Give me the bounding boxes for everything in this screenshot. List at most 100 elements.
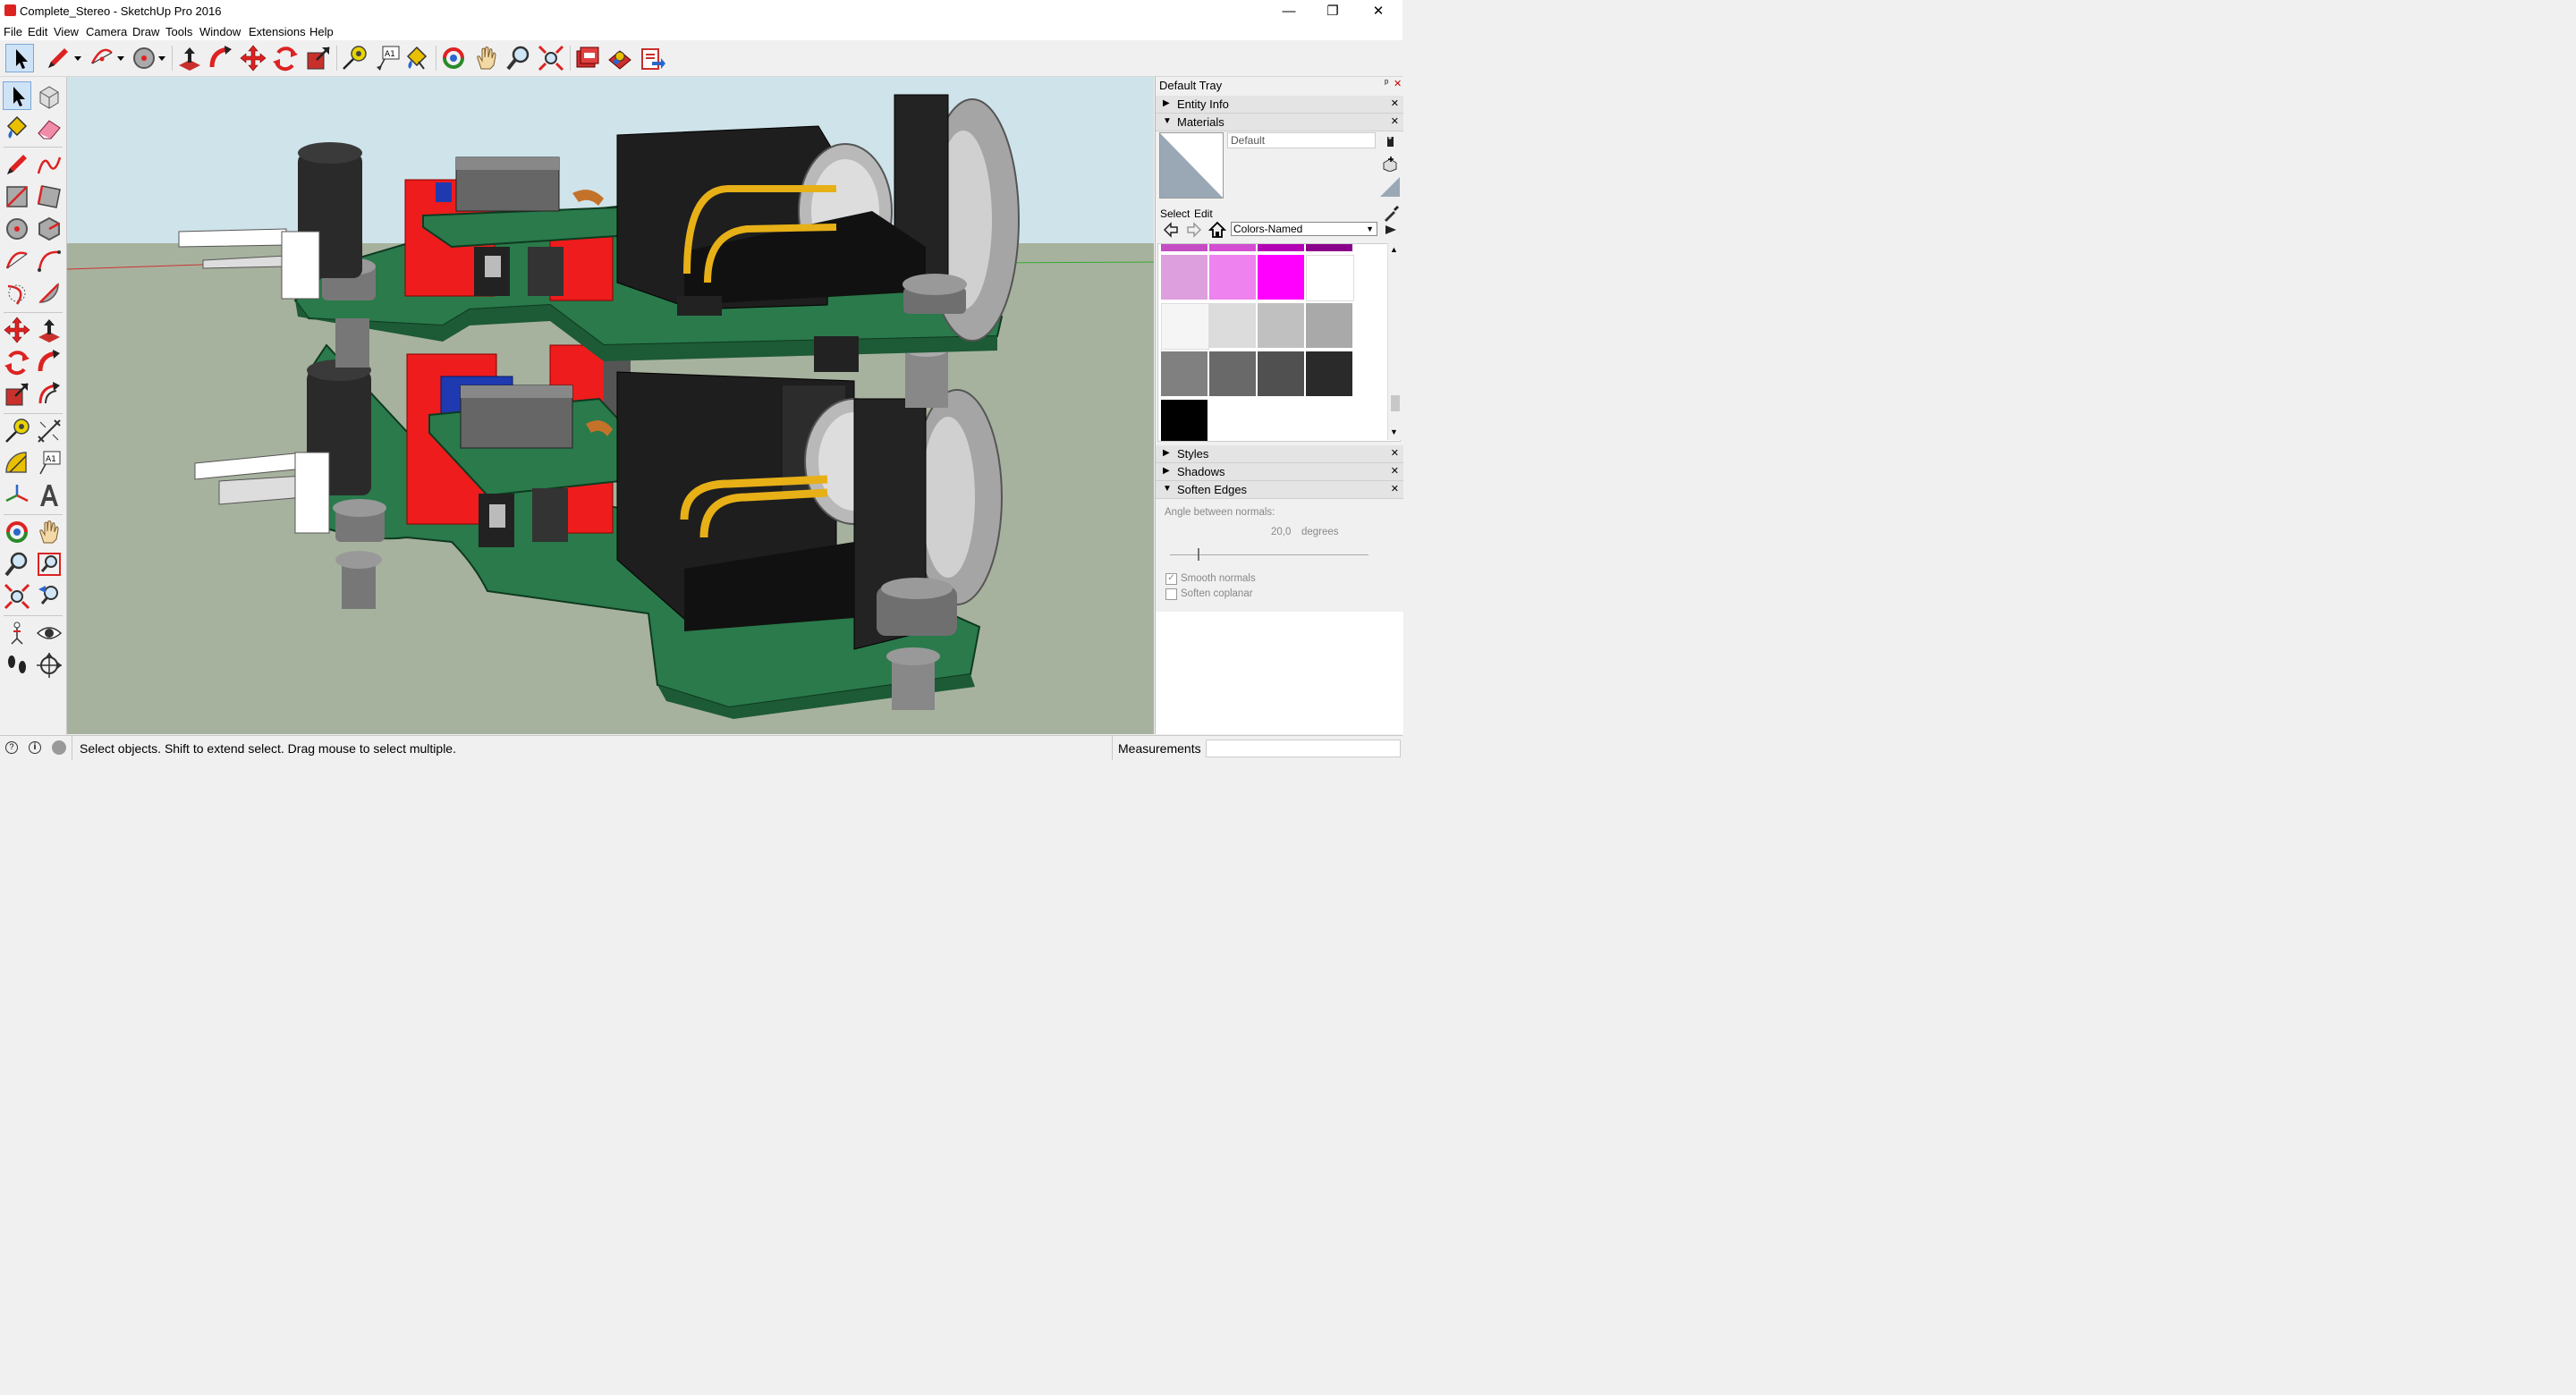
pan-tool-icon[interactable] (472, 44, 501, 72)
tray-close-icon[interactable]: ✕ (1394, 78, 1402, 89)
arc-icon[interactable] (3, 247, 31, 275)
zoom-extents-icon[interactable] (3, 582, 31, 611)
pan-icon[interactable] (35, 518, 64, 546)
extension-warehouse-icon[interactable] (606, 44, 634, 72)
credits-info-icon[interactable]: i (29, 741, 41, 754)
pie-icon[interactable] (35, 279, 64, 308)
material-swatch[interactable] (1161, 255, 1208, 300)
send-to-layout-icon[interactable] (638, 44, 666, 72)
select-tool-icon[interactable] (5, 44, 34, 72)
tape-measure-tool-icon[interactable] (340, 44, 369, 72)
polygon-icon[interactable] (35, 215, 64, 243)
rectangle-icon[interactable] (3, 182, 31, 211)
material-library-select[interactable]: Colors-Named ▼ (1231, 222, 1377, 236)
circle-tool-icon[interactable] (130, 44, 158, 72)
menu-draw[interactable]: Draw (132, 25, 159, 38)
freehand-icon[interactable] (35, 150, 64, 179)
pencil-tool-icon[interactable] (44, 44, 72, 72)
walk-icon[interactable] (3, 651, 31, 680)
push-pull-icon[interactable] (35, 316, 64, 344)
select-icon[interactable] (3, 81, 31, 110)
minimize-button[interactable]: — (1268, 0, 1309, 22)
circle-dropdown-icon[interactable] (156, 44, 168, 72)
circle-icon[interactable] (3, 215, 31, 243)
back-arrow-icon[interactable] (1163, 222, 1179, 238)
tab-select[interactable]: Select (1160, 207, 1190, 220)
protractor-icon[interactable] (3, 449, 31, 478)
scale-tool-icon[interactable] (304, 44, 333, 72)
offset-icon[interactable] (35, 380, 64, 409)
move-icon[interactable] (3, 316, 31, 344)
arc-tool-icon[interactable] (88, 44, 116, 72)
paint-bucket-tool-icon[interactable] (402, 44, 431, 72)
material-swatch[interactable] (1209, 244, 1256, 251)
menu-extensions[interactable]: Extensions (249, 25, 306, 38)
menu-window[interactable]: Window (199, 25, 241, 38)
tray-pin-icon[interactable]: ᵖ (1385, 78, 1388, 89)
angle-slider-thumb[interactable] (1198, 548, 1199, 561)
rotate-icon[interactable] (3, 348, 31, 376)
geo-location-icon[interactable]: ? (5, 741, 18, 754)
three-point-arc-icon[interactable] (3, 279, 31, 308)
arc-dropdown-icon[interactable] (114, 44, 127, 72)
orbit-icon[interactable] (3, 518, 31, 546)
material-swatch[interactable] (1209, 255, 1256, 300)
display-secondary-pane-icon[interactable] (1383, 134, 1397, 148)
text-icon[interactable]: A1 (35, 449, 64, 478)
menu-view[interactable]: View (54, 25, 79, 38)
position-camera-icon[interactable] (3, 619, 31, 647)
panel-shadows[interactable]: ▶ Shadows ✕ (1156, 463, 1403, 481)
material-swatch[interactable] (1306, 303, 1352, 348)
two-point-arc-icon[interactable] (35, 247, 64, 275)
panel-close-icon[interactable]: ✕ (1391, 115, 1399, 127)
follow-me-tool-icon[interactable] (207, 44, 235, 72)
material-swatch[interactable] (1306, 244, 1352, 251)
move-tool-icon[interactable] (239, 44, 267, 72)
panel-entity-info[interactable]: ▶ Entity Info ✕ (1156, 96, 1403, 114)
section-plane-icon[interactable] (35, 651, 64, 680)
measurements-input[interactable] (1206, 740, 1401, 757)
3d-text-icon[interactable] (35, 481, 64, 510)
forward-arrow-icon[interactable] (1186, 222, 1202, 238)
material-swatch[interactable] (1161, 351, 1208, 396)
scale-icon[interactable] (3, 380, 31, 409)
smooth-normals-checkbox[interactable]: ✓ (1165, 573, 1177, 585)
orbit-tool-icon[interactable] (439, 44, 468, 72)
look-around-icon[interactable] (35, 619, 64, 647)
details-arrow-icon[interactable] (1383, 222, 1399, 238)
3d-warehouse-icon[interactable] (573, 44, 602, 72)
menu-edit[interactable]: Edit (28, 25, 47, 38)
eraser-icon[interactable] (35, 114, 64, 142)
panel-styles[interactable]: ▶ Styles ✕ (1156, 445, 1403, 463)
create-material-icon[interactable] (1382, 156, 1398, 173)
sample-paint-icon[interactable] (1383, 206, 1399, 222)
panel-materials[interactable]: ▼ Materials ✕ (1156, 114, 1403, 131)
home-icon[interactable] (1208, 221, 1227, 239)
rotate-tool-icon[interactable] (271, 44, 300, 72)
line-icon[interactable] (3, 150, 31, 179)
material-name-field[interactable]: Default (1227, 132, 1376, 148)
material-swatch[interactable] (1306, 255, 1354, 301)
previous-view-icon[interactable] (35, 582, 64, 611)
material-swatch[interactable] (1306, 351, 1352, 396)
material-swatch[interactable] (1161, 400, 1208, 441)
zoom-icon[interactable] (3, 550, 31, 579)
material-swatch[interactable] (1209, 303, 1256, 348)
panel-close-icon[interactable]: ✕ (1391, 483, 1399, 495)
menu-tools[interactable]: Tools (165, 25, 192, 38)
material-swatch[interactable] (1258, 303, 1304, 348)
panel-close-icon[interactable]: ✕ (1391, 447, 1399, 459)
make-component-icon[interactable] (35, 81, 64, 110)
material-swatch[interactable] (1161, 244, 1208, 251)
menu-help[interactable]: Help (309, 25, 334, 38)
panel-soften-edges[interactable]: ▼ Soften Edges ✕ (1156, 481, 1403, 499)
rotated-rectangle-icon[interactable] (35, 182, 64, 211)
soften-coplanar-checkbox[interactable] (1165, 588, 1177, 600)
material-swatch[interactable] (1258, 244, 1304, 251)
zoom-window-icon[interactable] (35, 550, 64, 579)
material-swatch[interactable] (1258, 351, 1304, 396)
zoom-tool-icon[interactable] (504, 44, 533, 72)
text-tool-icon[interactable]: A1 (374, 44, 402, 72)
dimension-icon[interactable] (35, 417, 64, 445)
panel-close-icon[interactable]: ✕ (1391, 97, 1399, 109)
